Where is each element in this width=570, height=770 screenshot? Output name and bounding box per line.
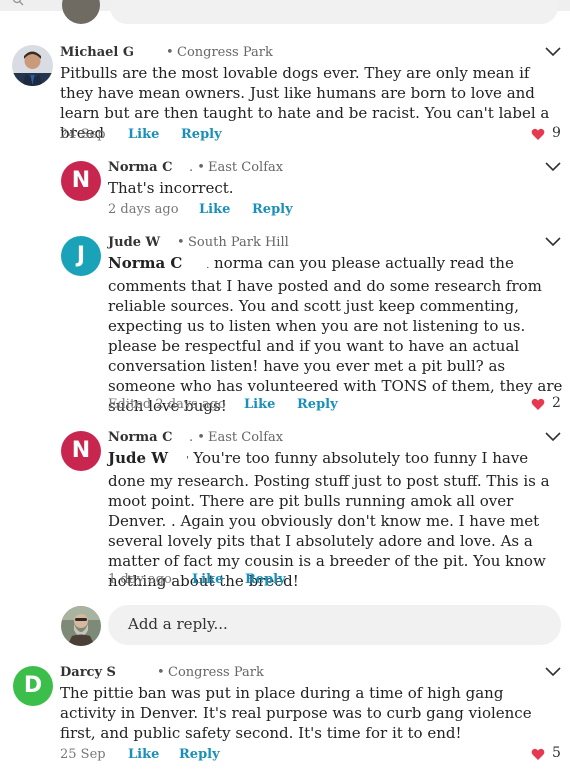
chevron-down-icon[interactable]	[545, 237, 561, 247]
author-neighborhood[interactable]: East Colfax	[208, 430, 283, 445]
author-neighborhood[interactable]: East Colfax	[208, 160, 283, 175]
previous-reply-input[interactable]	[110, 0, 558, 24]
chevron-down-icon[interactable]	[545, 667, 561, 677]
comment-text: Jude W ' You're too funny absolutely too …	[108, 448, 563, 591]
author-neighborhood[interactable]: South Park Hill	[188, 235, 289, 250]
heart-icon	[531, 748, 545, 760]
mention-link[interactable]: Jude W	[108, 449, 168, 467]
reply-button[interactable]: Reply	[297, 397, 338, 412]
mention-link[interactable]: Norma C	[108, 254, 182, 272]
reply-placeholder: Add a reply...	[128, 615, 228, 633]
heart-icon	[531, 128, 545, 140]
comment-text: Norma C. norma can you please actually r…	[108, 253, 563, 416]
author-separator: •	[177, 235, 185, 250]
current-user-avatar	[61, 606, 101, 646]
chevron-down-icon[interactable]	[545, 432, 561, 442]
like-button[interactable]: Like	[192, 572, 223, 587]
reply-button[interactable]: Reply	[245, 572, 286, 587]
like-count: 5	[552, 745, 561, 761]
comment-time: Edited 2 days ago	[108, 397, 226, 412]
chevron-down-icon[interactable]	[545, 47, 561, 57]
heart-icon	[531, 398, 545, 410]
avatar: D	[13, 666, 53, 706]
author-name[interactable]: Norma C	[108, 430, 172, 445]
author-name[interactable]: Norma C	[108, 160, 172, 175]
comment-text: That's incorrect.	[108, 179, 234, 197]
like-button[interactable]: Like	[128, 127, 159, 142]
comment-time: 24 Sep	[60, 127, 106, 142]
author-name[interactable]: Darcy S	[60, 665, 116, 680]
like-count: 2	[552, 395, 561, 411]
current-user-avatar	[62, 0, 100, 24]
author-separator: . •	[189, 160, 205, 175]
avatar: N	[61, 161, 101, 201]
like-button[interactable]: Like	[128, 747, 159, 762]
reply-button[interactable]: Reply	[179, 747, 220, 762]
profile-photo-icon	[61, 606, 101, 646]
author-name[interactable]: Michael G	[60, 45, 134, 60]
comment-time: 25 Sep	[60, 747, 106, 762]
author-separator: •	[166, 45, 174, 60]
like-button[interactable]: Like	[199, 202, 230, 217]
avatar	[12, 45, 53, 86]
author-name[interactable]: Jude W	[108, 235, 160, 250]
profile-photo-icon	[12, 45, 53, 86]
comment-body: norma can you please actually read the c…	[108, 254, 563, 415]
comment-text: The pittie ban was put in place during a…	[60, 684, 532, 742]
avatar: N	[61, 431, 101, 471]
reply-input[interactable]: Add a reply...	[108, 605, 561, 645]
comment-time: 2 days ago	[108, 202, 179, 217]
like-button[interactable]: Like	[244, 397, 275, 412]
author-neighborhood[interactable]: Congress Park	[168, 665, 264, 680]
comment-time: 1 day ago	[108, 572, 172, 587]
author-separator: . •	[189, 430, 205, 445]
search-icon[interactable]	[12, 0, 24, 6]
avatar: J	[61, 236, 101, 276]
reply-button[interactable]: Reply	[252, 202, 293, 217]
comment-body: You're too funny absolutely too funny I …	[108, 449, 550, 590]
like-count: 9	[552, 125, 561, 141]
author-separator: •	[157, 665, 165, 680]
author-neighborhood[interactable]: Congress Park	[177, 45, 273, 60]
reply-button[interactable]: Reply	[181, 127, 222, 142]
chevron-down-icon[interactable]	[545, 162, 561, 172]
